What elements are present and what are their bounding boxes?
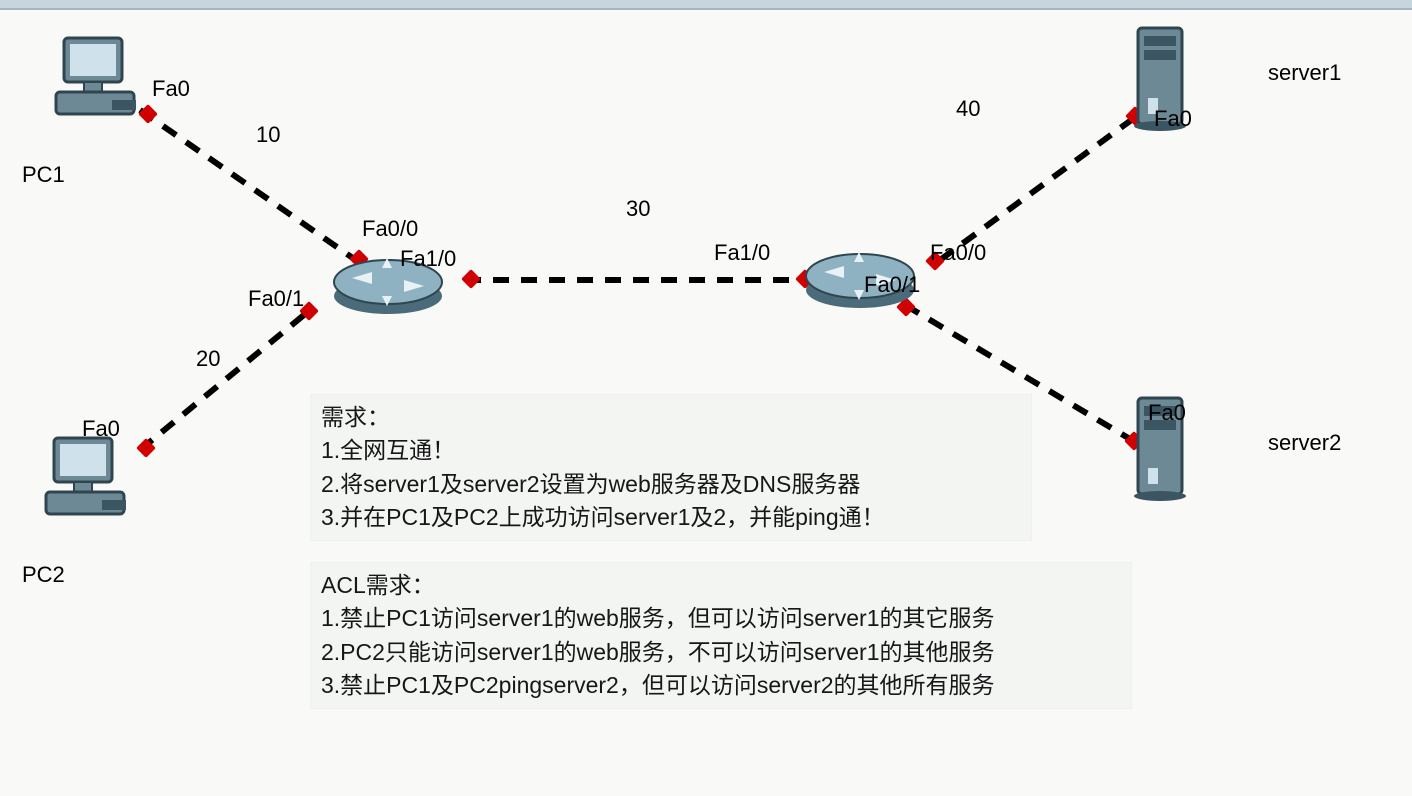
- pc1-label: PC1: [22, 162, 65, 188]
- pc2-if-label: Fa0: [82, 416, 120, 442]
- server2-label: server2: [1268, 430, 1341, 456]
- link-label-20: 20: [196, 346, 220, 372]
- r2-fa01-label: Fa0/1: [864, 272, 920, 298]
- r2-fa00-label: Fa0/0: [930, 240, 986, 266]
- server1-if-label: Fa0: [1154, 106, 1192, 132]
- link-r2-s1: [940, 110, 1145, 260]
- acl-line2: 2.PC2只能访问server1的web服务，不可以访问server1的其他服务: [321, 636, 1121, 669]
- r1-fa10-label: Fa1/0: [400, 246, 456, 272]
- link-pc2-r1: [140, 310, 310, 450]
- link-label-30: 30: [626, 196, 650, 222]
- server1-label: server1: [1268, 60, 1341, 86]
- req-line3: 3.并在PC1及PC2上成功访问server1及2，并能ping通！: [321, 501, 1021, 534]
- pc1-if-label: Fa0: [152, 76, 190, 102]
- acl-note: ACL需求： 1.禁止PC1访问server1的web服务，但可以访问serve…: [310, 562, 1132, 709]
- r1-fa00-label: Fa0/0: [362, 216, 418, 242]
- acl-line1: 1.禁止PC1访问server1的web服务，但可以访问server1的其它服务: [321, 602, 1121, 635]
- pc-icon: [40, 430, 136, 526]
- link-label-10: 10: [256, 122, 280, 148]
- server2-if-label: Fa0: [1148, 400, 1186, 426]
- acl-title: ACL需求：: [321, 569, 1121, 602]
- link-label-40: 40: [956, 96, 980, 122]
- acl-line3: 3.禁止PC1及PC2pingserver2，但可以访问server2的其他所有…: [321, 669, 1121, 702]
- pc2-label: PC2: [22, 562, 65, 588]
- requirements-note: 需求： 1.全网互通！ 2.将server1及server2设置为web服务器及…: [310, 394, 1032, 541]
- r1-fa01-label: Fa0/1: [248, 286, 304, 312]
- r2-fa10-label: Fa1/0: [714, 240, 770, 266]
- req-title: 需求：: [321, 401, 1021, 434]
- pc-icon: [50, 30, 146, 126]
- req-line1: 1.全网互通！: [321, 434, 1021, 467]
- req-line2: 2.将server1及server2设置为web服务器及DNS服务器: [321, 468, 1021, 501]
